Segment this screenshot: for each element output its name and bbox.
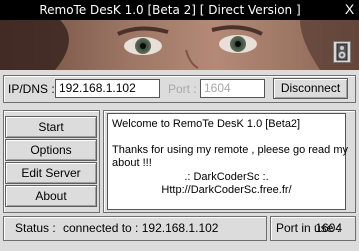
- status-label: Status :: [15, 221, 56, 235]
- thanks-text-continued: about !!!: [112, 157, 152, 169]
- speaker-button[interactable]: [333, 41, 351, 63]
- welcome-text: Welcome to RemoTe DesK 1.0 [Beta2]: [112, 118, 301, 130]
- speaker-icon: [336, 43, 348, 61]
- start-button[interactable]: Start: [5, 116, 97, 138]
- about-button[interactable]: About: [5, 185, 97, 207]
- app-window: RemoTe DesK 1.0 [Beta 2] [ Direct Versio…: [0, 0, 359, 251]
- header-banner-image: [0, 20, 359, 70]
- edit-server-button[interactable]: Edit Server: [5, 162, 97, 184]
- author-text: .: DarkCoderSc :.: [184, 171, 269, 183]
- port-input[interactable]: 1604: [200, 79, 265, 98]
- message-textbox[interactable]: Welcome to RemoTe DesK 1.0 [Beta2] Thank…: [107, 113, 348, 210]
- title-bar[interactable]: RemoTe DesK 1.0 [Beta 2] [ Direct Versio…: [0, 0, 359, 20]
- options-button[interactable]: Options: [5, 139, 97, 161]
- close-icon[interactable]: X: [342, 1, 357, 18]
- ip-dns-label: IP/DNS :: [8, 82, 55, 96]
- thanks-text: Thanks for using my remote , pleese go r…: [112, 144, 348, 156]
- disconnect-button[interactable]: Disconnect: [273, 78, 348, 99]
- ip-dns-input[interactable]: 192.168.1.102: [55, 79, 160, 98]
- author-url-text: Http://DarkCoderSc.free.fr/: [161, 184, 292, 196]
- port-label: Port :: [168, 82, 197, 96]
- status-value: connected to : 192.168.1.102: [63, 221, 219, 235]
- window-title: RemoTe DesK 1.0 [Beta 2] [ Direct Versio…: [39, 3, 301, 17]
- port-in-use-value: 1604: [315, 221, 342, 235]
